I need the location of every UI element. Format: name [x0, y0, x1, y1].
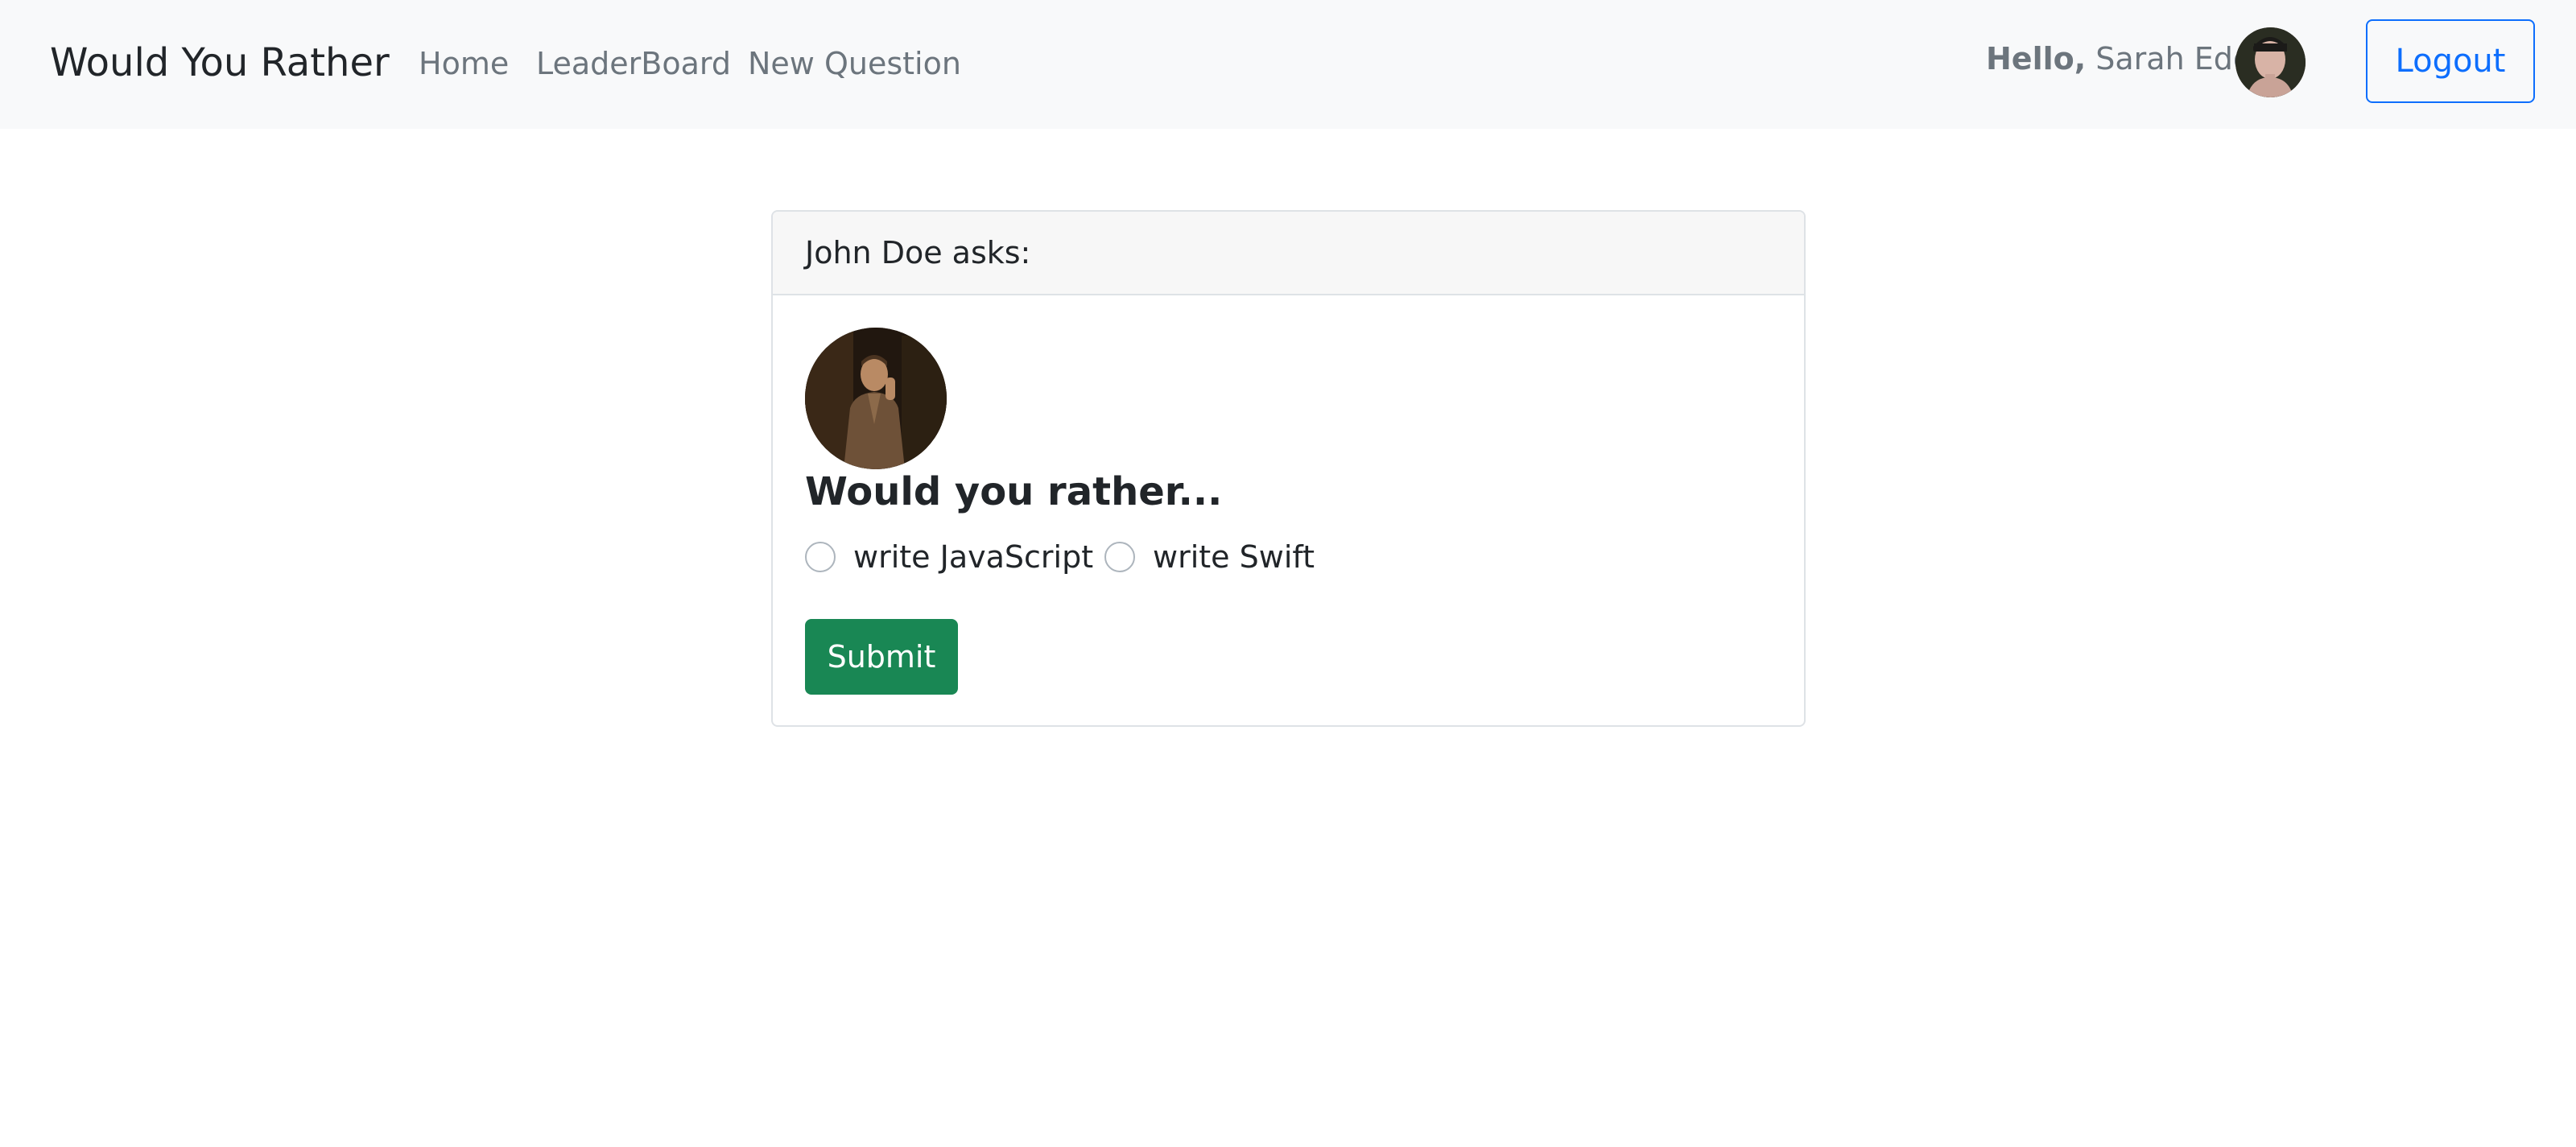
author-avatar: [805, 328, 947, 469]
nav-link-leaderboard[interactable]: LeaderBoard: [536, 43, 731, 84]
author-heading: John Doe asks:: [805, 235, 1031, 270]
radio-option-swift[interactable]: [1104, 542, 1135, 572]
user-greeting: Hello, Sarah Edo: [1986, 39, 2252, 79]
radio-option-javascript[interactable]: [805, 542, 836, 572]
submit-button[interactable]: Submit: [805, 619, 958, 695]
nav-link-home[interactable]: Home: [419, 43, 509, 84]
navbar: Would You Rather Home LeaderBoard New Qu…: [0, 0, 2576, 129]
greeting-prefix: Hello,: [1986, 41, 2087, 76]
user-avatar: [2235, 27, 2306, 97]
user-name: Sarah Edo: [2095, 41, 2252, 76]
author-avatar-icon: [805, 328, 947, 469]
option-label-swift: write Swift: [1153, 539, 1315, 575]
nav-link-new-question[interactable]: New Question: [748, 43, 961, 84]
logout-button[interactable]: Logout: [2366, 19, 2535, 103]
question-card: John Doe asks: Would you rather... write…: [771, 210, 1806, 727]
user-avatar-icon: [2235, 27, 2306, 97]
card-header: John Doe asks:: [773, 212, 1804, 295]
option-label-javascript: write JavaScript: [853, 539, 1094, 575]
brand-logo[interactable]: Would You Rather: [50, 40, 390, 85]
question-title: Would you rather...: [805, 469, 1223, 514]
